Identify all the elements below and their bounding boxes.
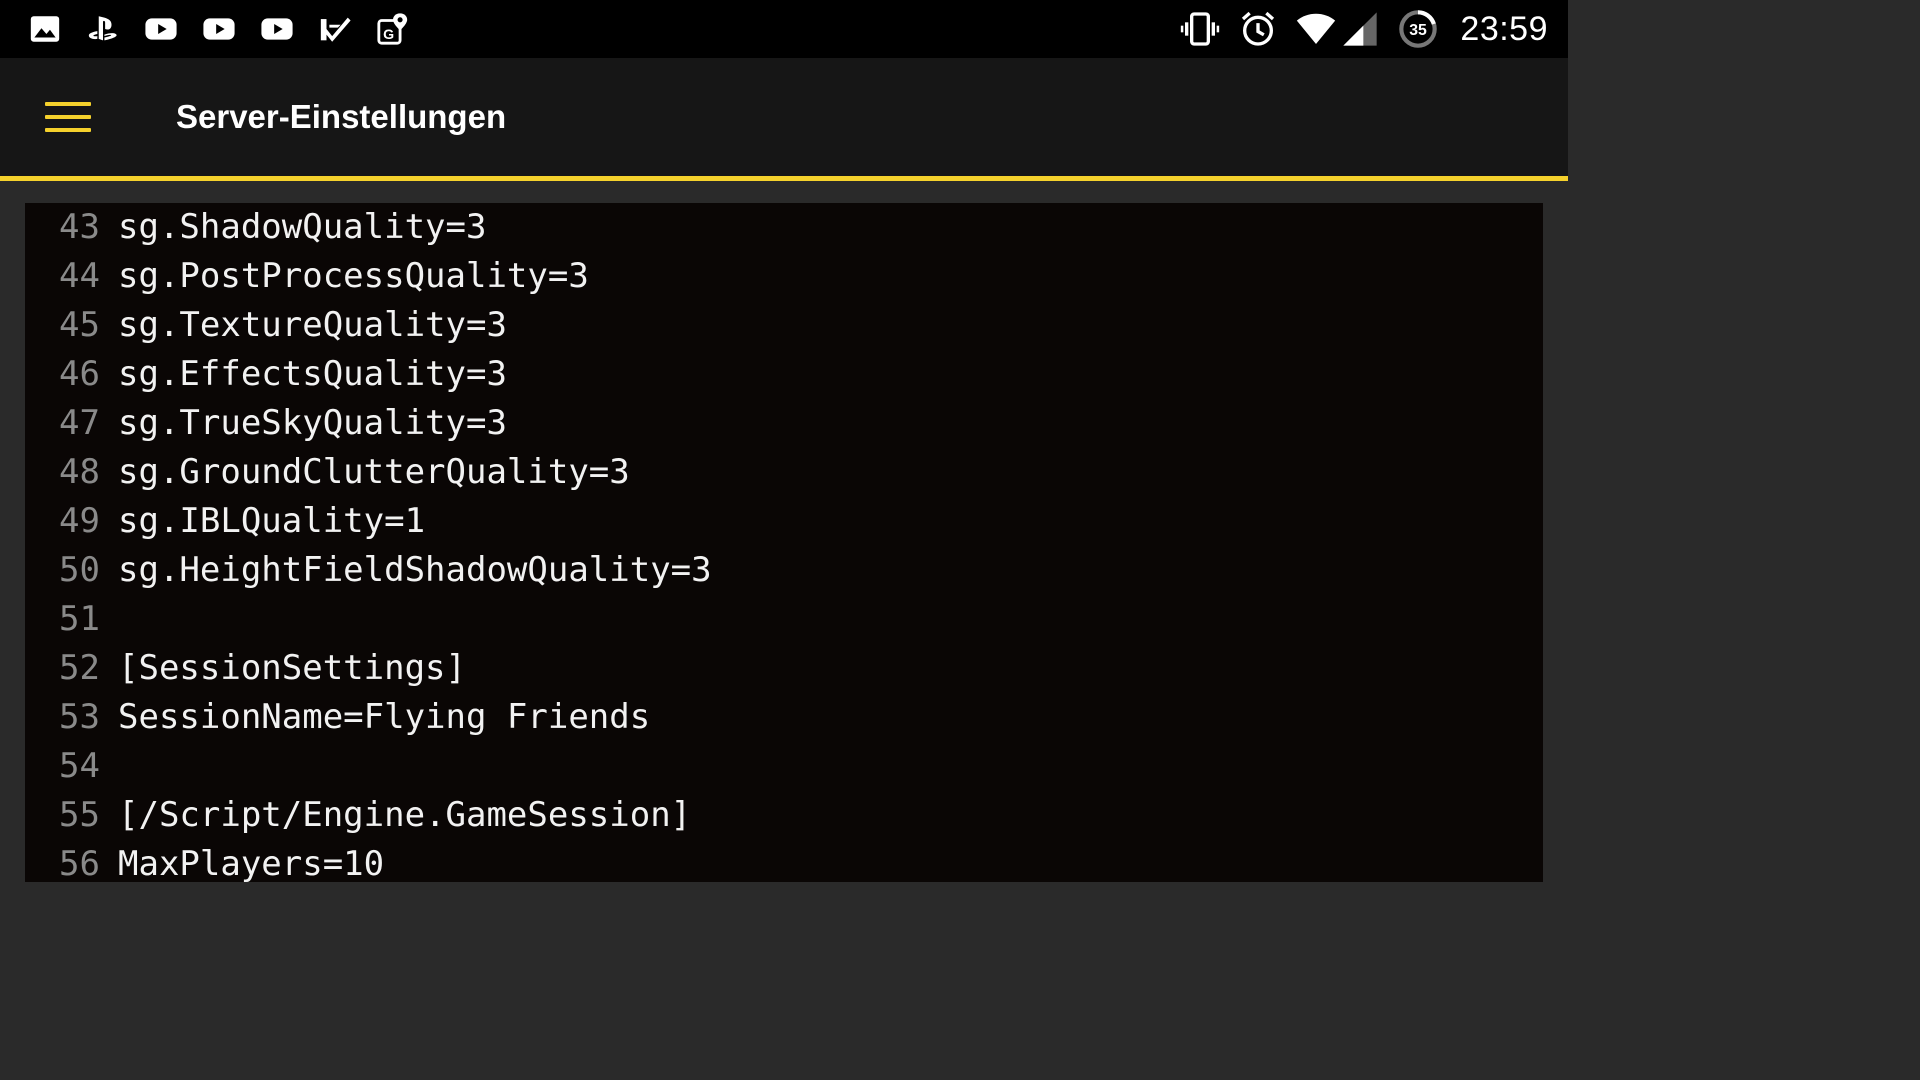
line-number: 51 (59, 599, 100, 639)
line-number: 55 (59, 795, 100, 835)
line-text[interactable]: sg.EffectsQuality=3 (118, 350, 507, 399)
hamburger-menu-button[interactable] (30, 88, 106, 146)
page-title: Server-Einstellungen (176, 98, 507, 135)
line-number: 43 (59, 207, 100, 247)
notification-icons: G (28, 10, 410, 48)
line-number: 50 (59, 550, 100, 590)
line-number: 44 (59, 256, 100, 296)
line-text[interactable]: SessionName=Flying Friends (118, 693, 650, 742)
line-text[interactable]: sg.GroundClutterQuality=3 (118, 448, 630, 497)
code-line[interactable]: 43 sg.ShadowQuality=3 (25, 203, 1543, 252)
battery-saver-icon: 35 (1399, 10, 1438, 48)
code-line[interactable]: 44 sg.PostProcessQuality=3 (25, 252, 1543, 301)
code-line[interactable]: 48 sg.GroundClutterQuality=3 (25, 448, 1543, 497)
line-text[interactable]: [SessionSettings] (118, 644, 466, 693)
line-text[interactable]: sg.TrueSkyQuality=3 (118, 399, 507, 448)
line-number: 49 (59, 501, 100, 541)
vibrate-icon (1181, 12, 1220, 46)
config-editor[interactable]: 43 sg.ShadowQuality=3 44 sg.PostProcessQual… (25, 203, 1543, 882)
hamburger-menu-icon (45, 102, 91, 132)
youtube-icon (261, 18, 293, 40)
line-text[interactable]: MaxPlayers=10 (118, 840, 384, 882)
line-text[interactable]: sg.PostProcessQuality=3 (118, 252, 589, 301)
line-number: 48 (59, 452, 100, 492)
code-line[interactable]: 52 [SessionSettings] (25, 644, 1543, 693)
line-number: 52 (59, 648, 100, 688)
system-icons: 35 23:59 (1180, 8, 1548, 50)
youtube-icon (145, 18, 177, 40)
line-text[interactable]: sg.ShadowQuality=3 (118, 203, 486, 252)
line-text[interactable]: sg.TextureQuality=3 (118, 301, 507, 350)
line-number: 54 (59, 746, 100, 786)
code-line[interactable]: 54 (25, 742, 1543, 791)
cell-signal-icon (1343, 12, 1378, 46)
code-line[interactable]: 51 (25, 595, 1543, 644)
playstation-icon (88, 16, 117, 41)
tasks-check-icon (320, 17, 351, 42)
battery-badge: 35 (1410, 22, 1428, 39)
line-number: 47 (59, 403, 100, 443)
line-number: 45 (59, 305, 100, 345)
code-line[interactable]: 45 sg.TextureQuality=3 (25, 301, 1543, 350)
editor-margin (0, 181, 1568, 203)
code-line[interactable]: 50 sg.HeightFieldShadowQuality=3 (25, 546, 1543, 595)
line-number: 56 (59, 844, 100, 882)
code-line[interactable]: 47 sg.TrueSkyQuality=3 (25, 399, 1543, 448)
line-text[interactable]: sg.HeightFieldShadowQuality=3 (118, 546, 712, 595)
map-pin-icon: G (377, 13, 408, 45)
code-line[interactable]: 55 [/Script/Engine.GameSession] (25, 791, 1543, 840)
status-clock: 23:59 (1460, 9, 1548, 48)
app-bar: Server-Einstellungen (0, 58, 1568, 176)
status-bar: G 35 23:59 (0, 0, 1568, 58)
code-line[interactable]: 46 sg.EffectsQuality=3 (25, 350, 1543, 399)
alarm-icon (1242, 11, 1275, 46)
wifi-icon (1297, 13, 1336, 44)
code-line[interactable]: 56 MaxPlayers=10 (25, 840, 1543, 882)
code-line[interactable]: 53 SessionName=Flying Friends (25, 693, 1543, 742)
gallery-icon (30, 16, 60, 42)
line-text[interactable]: sg.IBLQuality=1 (118, 497, 425, 546)
youtube-icon (203, 18, 235, 40)
svg-text:G: G (383, 27, 394, 43)
line-number: 53 (59, 697, 100, 737)
line-text[interactable]: [/Script/Engine.GameSession] (118, 791, 691, 840)
code-line[interactable]: 49 sg.IBLQuality=1 (25, 497, 1543, 546)
line-number: 46 (59, 354, 100, 394)
